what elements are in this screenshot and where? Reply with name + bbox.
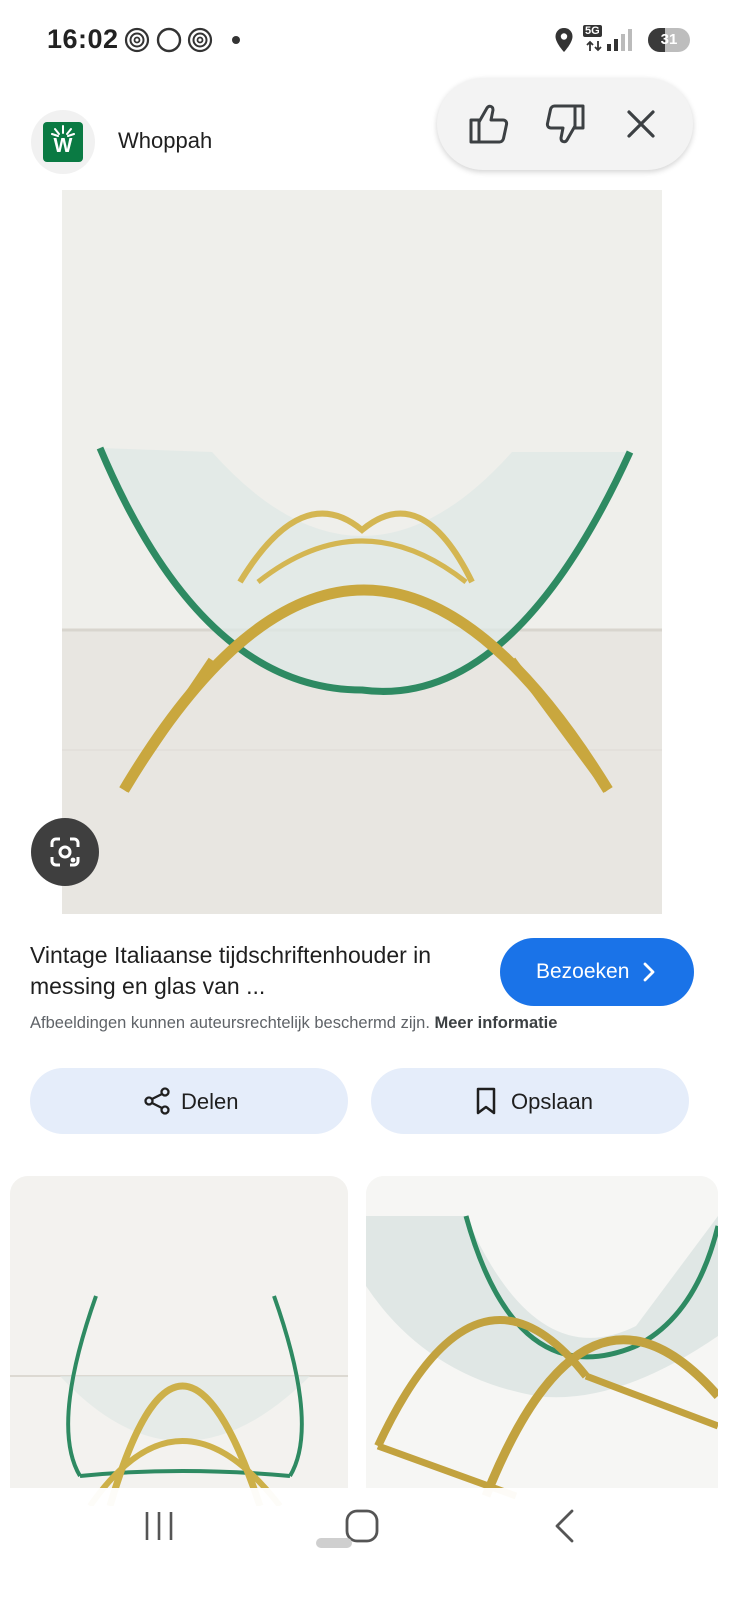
feedback-bar bbox=[437, 78, 693, 170]
network-type-indicator: 5G bbox=[583, 25, 605, 55]
signal-strength-icon bbox=[607, 29, 632, 51]
thumbs-down-icon[interactable] bbox=[541, 100, 589, 148]
status-bar: 16:02 5G 31 bbox=[0, 0, 738, 80]
whoppah-logo: W bbox=[43, 122, 83, 162]
close-icon[interactable] bbox=[617, 100, 665, 148]
logo-letter: W bbox=[53, 135, 73, 157]
related-rack-illustration-2 bbox=[366, 1176, 718, 1506]
related-image-1[interactable] bbox=[10, 1176, 348, 1506]
share-icon bbox=[144, 1087, 170, 1115]
logo-sparkle-icon bbox=[51, 125, 75, 137]
more-notifications-dot bbox=[232, 36, 240, 44]
result-title[interactable]: Vintage Italiaanse tijdschriftenhouder i… bbox=[30, 940, 490, 1002]
save-label: Opslaan bbox=[511, 1089, 593, 1114]
circle-notification-icon bbox=[156, 27, 182, 53]
lens-icon bbox=[50, 837, 80, 867]
location-icon bbox=[555, 28, 573, 52]
battery-level: 31 bbox=[660, 31, 678, 48]
recent-apps-icon[interactable] bbox=[143, 1508, 175, 1544]
visit-button[interactable]: Bezoeken bbox=[500, 938, 694, 1006]
fingerprint-notification-icon bbox=[124, 27, 150, 53]
source-name[interactable]: Whoppah bbox=[118, 128, 212, 154]
chevron-right-icon bbox=[643, 962, 655, 982]
back-icon[interactable] bbox=[552, 1508, 576, 1544]
share-label: Delen bbox=[181, 1089, 239, 1114]
related-rack-illustration-1 bbox=[10, 1176, 348, 1506]
main-product-image[interactable] bbox=[62, 190, 662, 914]
fingerprint-notification-icon-2 bbox=[187, 27, 213, 53]
copyright-text: Afbeeldingen kunnen auteursrechtelijk be… bbox=[30, 1014, 430, 1032]
network-type-label: 5G bbox=[583, 25, 602, 37]
save-button[interactable]: Opslaan bbox=[371, 1068, 689, 1134]
thumbs-up-icon[interactable] bbox=[465, 100, 513, 148]
google-lens-button[interactable] bbox=[31, 818, 99, 886]
copyright-notice: Afbeeldingen kunnen auteursrechtelijk be… bbox=[30, 1014, 557, 1033]
visit-button-label: Bezoeken bbox=[536, 960, 630, 983]
magazine-rack-illustration bbox=[62, 190, 662, 914]
page-indicator bbox=[316, 1538, 352, 1548]
battery-indicator: 31 bbox=[648, 28, 690, 52]
source-logo[interactable]: W bbox=[31, 110, 95, 174]
share-button[interactable]: Delen bbox=[30, 1068, 348, 1134]
more-info-link[interactable]: Meer informatie bbox=[435, 1014, 558, 1032]
data-arrows-icon bbox=[586, 40, 602, 52]
system-navigation-bar bbox=[0, 1488, 738, 1600]
status-time: 16:02 bbox=[47, 24, 119, 54]
bookmark-icon bbox=[476, 1087, 496, 1115]
related-image-2[interactable] bbox=[366, 1176, 718, 1506]
